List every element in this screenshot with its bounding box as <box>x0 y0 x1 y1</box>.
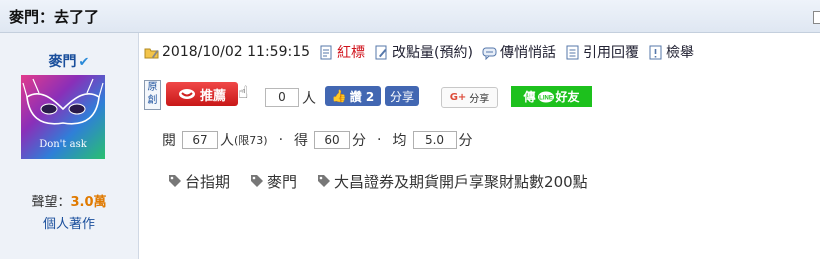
fame-label: 聲望： <box>31 195 71 210</box>
separator-dot: · <box>377 132 382 148</box>
post-timestamp: 2018/10/02 11:59:15 <box>162 44 311 60</box>
report-label: 檢舉 <box>665 45 694 61</box>
author-name[interactable]: 麥門 <box>49 54 77 70</box>
tag-item[interactable]: 麥門 <box>250 171 297 192</box>
people-unit: 人 <box>302 91 316 107</box>
recommend-button[interactable]: 推薦 <box>166 82 238 106</box>
tag-icon <box>318 175 331 187</box>
line-label: 傳 <box>523 90 536 104</box>
tag-item[interactable]: 大昌證券及期貨開戶享聚財點數200點 <box>317 171 588 192</box>
edit-icon <box>375 45 387 59</box>
red-tag-button[interactable]: 紅標 <box>319 42 365 62</box>
line-suffix: 好友 <box>555 90 580 104</box>
author-name-block: 麥門 ✔ <box>0 51 138 71</box>
edit-points-label: 改點量(預約) <box>392 45 473 61</box>
verified-check-icon: ✔ <box>78 55 90 70</box>
works-link[interactable]: 個人著作 <box>0 213 138 232</box>
line-bubble-icon: LINE <box>537 91 554 102</box>
stats-line: 閱 67 人 (限73) · 得 60 分 · 均 5.0 分 <box>162 129 473 151</box>
fb-share-button[interactable]: 分享 <box>385 86 419 106</box>
gplus-share-button[interactable]: G+ 分享 <box>441 87 498 108</box>
tag-label: 台指期 <box>185 172 231 191</box>
window-corner-icon <box>813 11 820 24</box>
document-icon <box>320 45 332 59</box>
line-share-button[interactable]: 傳 LINE 好友 <box>511 86 592 107</box>
post-toolbar: 2018/10/02 11:59:15 紅標 改點量(預約) 傳悄悄話 引用回覆 <box>144 42 703 62</box>
avatar[interactable]: Don't ask <box>21 75 105 159</box>
title-bar: 麥門：去了了 <box>0 0 820 33</box>
tag-item[interactable]: 台指期 <box>168 171 230 192</box>
thumb-hand-icon: ☝ <box>238 83 249 103</box>
thumbs-up-icon: 👍 <box>331 89 347 103</box>
gain-unit: 分 <box>352 133 367 149</box>
smile-icon <box>178 89 195 99</box>
tag-icon <box>169 175 181 187</box>
gplus-icon: G+ <box>449 92 467 103</box>
whisper-button[interactable]: 傳悄悄話 <box>482 42 556 62</box>
gain-label: 得 <box>294 133 309 149</box>
quote-icon <box>566 45 579 59</box>
report-icon <box>649 45 662 59</box>
separator-dot: · <box>278 132 284 148</box>
gain-value: 60 <box>314 131 351 149</box>
original-badge: 原創 <box>144 80 161 110</box>
avg-value: 5.0 <box>412 131 457 149</box>
fame-line: 聲望：3.0萬 <box>0 191 138 210</box>
tag-icon <box>251 175 264 187</box>
recommend-label: 推薦 <box>199 88 226 104</box>
svg-text:LINE: LINE <box>539 95 553 101</box>
views-unit: 人 <box>220 133 234 149</box>
author-sidebar: 麥門 ✔ Don't ask 聲望：3.0萬 個人著作 <box>0 33 139 259</box>
gplus-label: 分享 <box>469 94 490 105</box>
whisper-label: 傳悄悄話 <box>499 45 556 61</box>
chat-bubble-icon <box>482 47 497 60</box>
tag-list: 台指期 麥門 大昌證券及期貨開戶享聚財點數200點 <box>168 170 608 192</box>
avg-label: 均 <box>392 133 407 149</box>
fb-like-button[interactable]: 👍 讚 2 <box>325 86 381 106</box>
red-tag-label: 紅標 <box>337 45 366 61</box>
recommend-count: 0 <box>265 88 299 107</box>
quote-reply-label: 引用回覆 <box>582 45 639 61</box>
timestamp-item: 2018/10/02 11:59:15 <box>144 44 310 60</box>
avg-unit: 分 <box>458 133 473 149</box>
quote-reply-button[interactable]: 引用回覆 <box>565 42 639 62</box>
tag-label: 大昌證券及期貨開戶享聚財點數200點 <box>334 172 588 191</box>
views-limit: (限73) <box>234 134 268 147</box>
page-title: 麥門：去了了 <box>9 8 100 26</box>
fb-like-label: 讚 2 <box>349 89 375 104</box>
fame-value: 3.0萬 <box>70 195 107 210</box>
views-label: 閱 <box>162 133 176 149</box>
folder-edit-icon <box>144 48 159 58</box>
tag-label: 麥門 <box>267 172 298 191</box>
avatar-caption: Don't ask <box>39 139 87 150</box>
report-button[interactable]: 檢舉 <box>648 42 694 62</box>
edit-points-button[interactable]: 改點量(預約) <box>374 42 473 62</box>
views-value: 67 <box>182 131 218 149</box>
